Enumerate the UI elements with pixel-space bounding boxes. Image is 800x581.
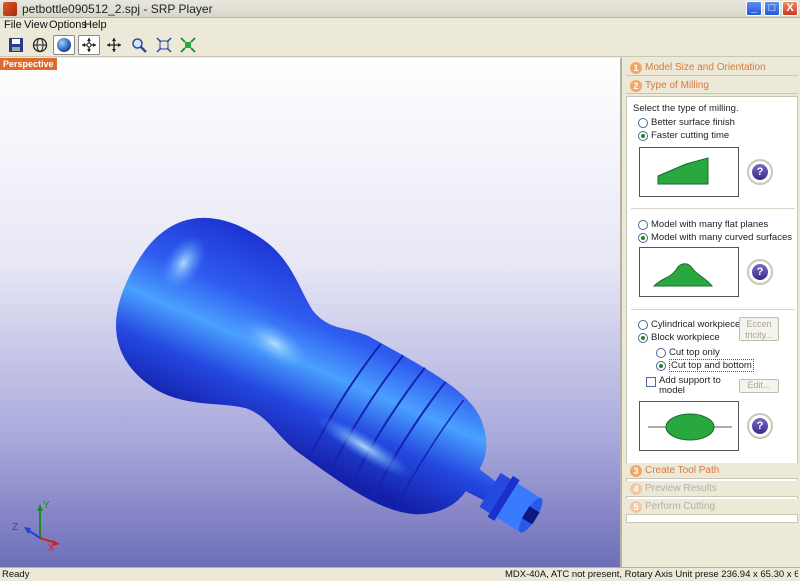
section-label-create-tool-path: Create Tool Path [645,465,720,476]
menu-options[interactable]: Options [49,19,87,31]
status-bar: Ready MDX-40A, ATC not present, Rotary A… [0,567,800,581]
section-label-model-size: Model Size and Orientation [645,62,766,73]
finish-preview [639,147,739,197]
menu-file[interactable]: File [4,19,22,31]
help-button-finish[interactable]: ? [747,159,773,185]
3d-viewport[interactable]: Perspective Y X Z [0,58,622,567]
menu-view[interactable]: View [24,19,48,31]
section-number-4: 4 [630,483,642,495]
section-number-2: 2 [630,80,642,92]
save-icon[interactable] [5,35,27,55]
help-button-workpiece[interactable]: ? [747,413,773,439]
section-create-tool-path[interactable]: 3 Create Tool Path [626,463,798,479]
fit-all-icon[interactable] [177,35,199,55]
section-number-3: 3 [630,465,642,477]
select-type-label: Select the type of milling. [633,103,739,114]
app-icon [3,2,17,16]
radio-button[interactable] [638,333,648,343]
axis-y-label: Y [43,500,50,511]
axis-x-label: X [48,543,55,554]
section-number-5: 5 [630,501,642,513]
sphere-render-icon[interactable] [53,35,75,55]
title-bar: petbottle090512_2.spj - SRP Player _ □ X [0,0,800,18]
milling-options: Select the type of milling. Better surfa… [626,96,798,523]
radio-label: Better surface finish [651,117,735,128]
radio-label: Faster cutting time [651,130,730,141]
section-perform-cutting[interactable]: 5 Perform Cutting [626,499,798,515]
workflow-panel: 1 Model Size and Orientation 2 Type of M… [624,58,800,567]
radio-button[interactable] [656,361,666,371]
radio-label: Model with many flat planes [651,219,769,230]
section-label-type-of-milling: Type of Milling [645,80,709,91]
zoom-icon[interactable] [128,35,150,55]
pan-icon[interactable] [103,35,125,55]
section-preview-results[interactable]: 4 Preview Results [626,481,798,497]
fit-icon[interactable] [153,35,175,55]
radio-label: Block workpiece [651,332,720,343]
menu-help[interactable]: Help [84,19,107,31]
radio-button[interactable] [638,118,648,128]
help-button-surface[interactable]: ? [747,259,773,285]
minimize-button[interactable]: _ [746,1,762,16]
radio-button[interactable] [638,320,648,330]
radio-button[interactable] [656,348,666,358]
toolbar [0,33,800,57]
checkbox[interactable] [646,377,656,387]
radio-label: Model with many curved surfaces [651,232,792,243]
radio-label: Cut top and bottom [669,359,754,372]
edit-button[interactable]: Edit... [739,379,779,393]
divider [631,309,795,310]
machine-status: MDX-40A, ATC not present, Rotary Axis Un… [505,569,798,580]
eccentricity-button[interactable]: Eccen tricity... [739,317,779,341]
radio-button[interactable] [638,220,648,230]
axis-indicator: Y X Z [12,500,60,554]
checkbox-label: Add support to model [659,375,721,396]
divider [631,208,795,209]
maximize-button[interactable]: □ [764,1,780,16]
menu-bar: File View Options Help [0,18,800,33]
surface-preview [639,247,739,297]
workpiece-preview [639,401,739,451]
axis-z-label: Z [12,522,18,533]
section-label-preview-results: Preview Results [645,483,717,494]
section-model-size[interactable]: 1 Model Size and Orientation [626,60,798,76]
close-button[interactable]: X [782,1,798,16]
move-icon[interactable] [78,35,100,55]
radio-label: Cylindrical workpiece [651,319,741,330]
globe-icon[interactable] [29,35,51,55]
status-text: Ready [2,569,30,580]
section-number-1: 1 [630,62,642,74]
section-label-perform-cutting: Perform Cutting [645,501,716,512]
radio-button[interactable] [638,233,648,243]
radio-button[interactable] [638,131,648,141]
window-title: petbottle090512_2.spj - SRP Player [22,2,213,16]
section-type-of-milling[interactable]: 2 Type of Milling [626,78,798,94]
checkbox-add-support[interactable]: Add support to model [646,376,726,398]
radio-label: Cut top only [669,347,720,358]
